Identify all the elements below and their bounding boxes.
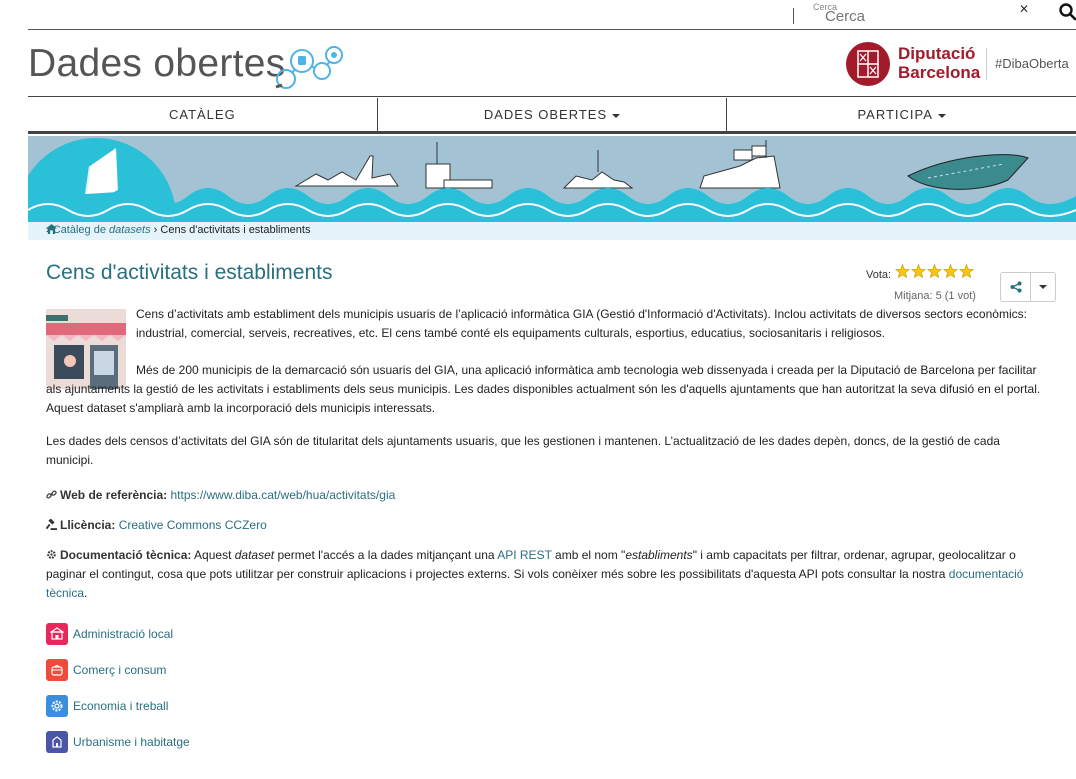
star-icon[interactable] (911, 264, 926, 279)
nav-label: CATÀLEG (168, 107, 236, 122)
site-header: Dades obertes Diputació Barcelona #DibaO… (28, 31, 1076, 97)
link-icon (46, 490, 57, 499)
description-paragraph-3: Les dades dels censos d’activitats del G… (46, 434, 1000, 467)
site-title[interactable]: Dades obertes (28, 42, 286, 86)
category-administracio-local[interactable]: Administració local (46, 623, 190, 645)
search-divider (793, 8, 794, 24)
docs-label: Documentació tècnica: (60, 548, 192, 562)
caret-down-icon (937, 113, 946, 118)
breadcrumb-separator: › (153, 224, 158, 236)
cog-icon (47, 550, 56, 559)
nav-item-dades-obertes[interactable]: DADES OBERTES (378, 98, 728, 131)
nav-item-cataleg[interactable]: CATÀLEG (28, 98, 378, 131)
star-icon[interactable] (927, 264, 942, 279)
header-divider (986, 48, 987, 80)
breadcrumb-catalog-link[interactable]: Catàleg de datasets (53, 224, 151, 236)
nav-item-participa[interactable]: PARTICIPA (727, 98, 1076, 131)
share-button-group (1000, 272, 1056, 302)
category-list: Administració local Comerç i consum Econ… (46, 623, 190, 767)
license-label: Llicència: (60, 518, 116, 532)
reference-web-row: Web de referència: https://www.diba.cat/… (46, 486, 1046, 505)
category-label: Urbanisme i habitatge (73, 735, 190, 749)
gear-icon (46, 695, 68, 717)
license-row: Llicència: Creative Commons CCZero (46, 516, 1046, 535)
home-icon[interactable] (46, 224, 57, 234)
gavel-icon (46, 519, 57, 530)
docs-em: establiments (625, 548, 693, 562)
house-icon (46, 731, 68, 753)
category-comerc-i-consum[interactable]: Comerç i consum (46, 659, 190, 681)
breadcrumb-catalog-prefix: Catàleg de (52, 224, 109, 236)
top-search-bar: Cerca ✕ (28, 2, 1076, 30)
star-icon[interactable] (959, 264, 974, 279)
api-rest-link[interactable]: API REST (497, 548, 551, 562)
brand-line-1: Diputació (898, 44, 976, 63)
share-dropdown-toggle[interactable] (1031, 273, 1055, 301)
breadcrumb-catalog-em: datasets (109, 224, 151, 236)
shopping-bag-icon (46, 659, 68, 681)
web-label: Web de referència: (60, 488, 168, 502)
breadcrumb-current: Cens d'activitats i establiments (160, 224, 311, 236)
docs-em: dataset (234, 548, 275, 562)
star-icon[interactable] (895, 264, 910, 279)
docs-text: permet l'accés a la dades mitjançant una (274, 548, 498, 562)
reference-web-link[interactable]: https://www.diba.cat/web/hua/activitats/… (171, 488, 396, 502)
nav-label: PARTICIPA (857, 107, 933, 122)
page-title: Cens d'activitats i establiments (46, 261, 333, 284)
docs-text: Aquest (191, 548, 235, 562)
license-link[interactable]: Creative Commons CCZero (119, 518, 267, 532)
docs-text: . (84, 586, 88, 600)
open-data-logo-icon[interactable] (272, 41, 344, 91)
search-box: Cerca ✕ (811, 2, 1076, 28)
building-icon (46, 623, 68, 645)
rating-stars[interactable] (895, 264, 974, 279)
category-urbanisme-i-habitatge[interactable]: Urbanisme i habitatge (46, 731, 190, 753)
breadcrumb: › Catàleg de datasets › Cens d'activitat… (46, 224, 310, 236)
category-label: Economia i treball (73, 699, 169, 713)
rating-average: Mitjana: 5 (1 vot) (894, 290, 976, 302)
nav-label: DADES OBERTES (483, 107, 608, 122)
diputacio-barcelona-logo[interactable]: Diputació Barcelona (846, 42, 994, 86)
vote-label: Vota: (866, 269, 892, 281)
search-input[interactable] (813, 5, 1013, 27)
diba-seal-icon (846, 42, 890, 86)
description-paragraph-1: Cens d’activitats amb establiment dels m… (136, 307, 1027, 340)
search-icon[interactable] (1058, 2, 1076, 22)
description-paragraph-2: Més de 200 municipis de la demarcació só… (46, 363, 1041, 415)
category-label: Comerç i consum (73, 663, 167, 677)
technical-docs-row: Documentació tècnica: Aquest dataset per… (46, 546, 1046, 603)
share-button[interactable] (1001, 273, 1031, 301)
main-nav: CATÀLEG DADES OBERTES PARTICIPA (28, 98, 1076, 134)
diba-wordmark: Diputació Barcelona (898, 44, 980, 82)
brand-line-2: Barcelona (898, 63, 981, 82)
decorative-banner: › Catàleg de datasets › Cens d'activitat… (28, 136, 1076, 240)
category-label: Administració local (73, 627, 174, 641)
star-icon[interactable] (943, 264, 958, 279)
caret-down-icon (1039, 285, 1047, 289)
docs-text: amb el nom " (551, 548, 626, 562)
hashtag[interactable]: #DibaOberta (995, 56, 1069, 71)
share-icon (1010, 281, 1021, 293)
clear-icon[interactable]: ✕ (1019, 2, 1029, 16)
caret-down-icon (612, 113, 621, 118)
category-economia-i-treball[interactable]: Economia i treball (46, 695, 190, 717)
